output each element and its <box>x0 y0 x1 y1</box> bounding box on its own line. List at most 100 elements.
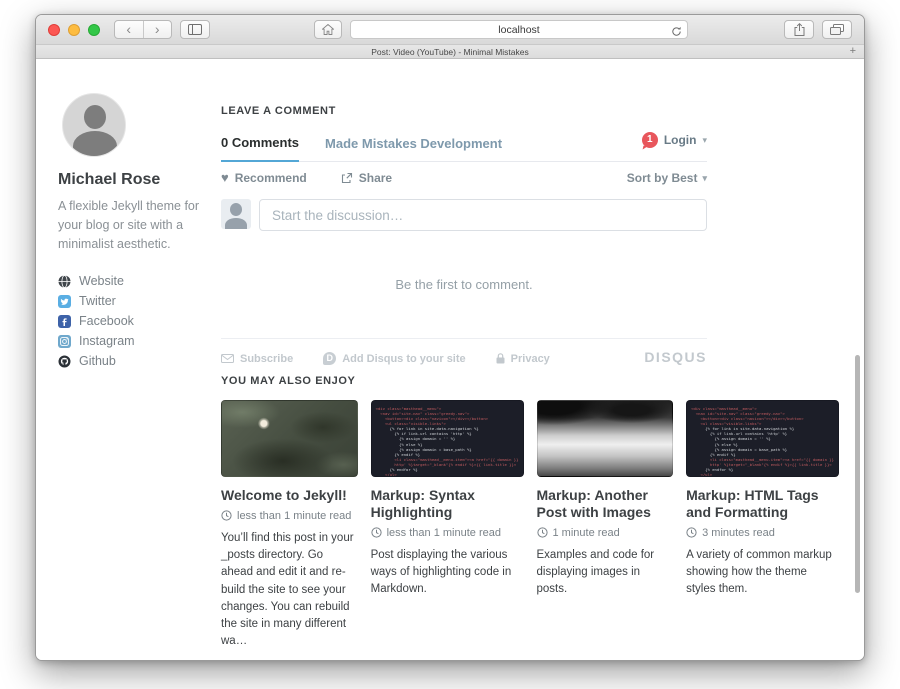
author-avatar <box>62 93 126 157</box>
sidebar-link-instagram[interactable]: Instagram <box>58 331 210 351</box>
read-time: 3 minutes read <box>702 527 775 539</box>
add-disqus-link[interactable]: D Add Disqus to your site <box>323 352 465 365</box>
github-icon <box>58 355 71 368</box>
sidebar-link-website[interactable]: Website <box>58 271 210 291</box>
author-profile: Michael Rose A flexible Jekyll theme for… <box>58 93 210 371</box>
post-excerpt: A variety of common markup showing how t… <box>686 547 839 599</box>
new-tab-button[interactable]: + <box>850 45 856 58</box>
sidebar-link-github[interactable]: Github <box>58 351 210 371</box>
read-time: less than 1 minute read <box>237 510 351 522</box>
empty-comments-message: Be the first to comment. <box>221 277 707 292</box>
post-title-link[interactable]: Markup: HTML Tags and Formatting <box>686 487 839 521</box>
sort-label: Sort by Best <box>627 171 698 185</box>
related-cards: Welcome to Jekyll! less than 1 minute re… <box>221 400 839 651</box>
tabs-icon <box>830 24 844 35</box>
privacy-link[interactable]: Privacy <box>496 353 550 365</box>
avatar-silhouette <box>84 105 106 129</box>
page-scrollbar-thumb[interactable] <box>855 355 860 593</box>
author-name: Michael Rose <box>58 171 210 189</box>
disqus-footer: Subscribe D Add Disqus to your site Priv… <box>221 338 707 365</box>
address-url: localhost <box>498 24 539 36</box>
active-tab[interactable]: Post: Video (YouTube) - Minimal Mistakes <box>371 47 528 57</box>
link-label: Twitter <box>79 294 116 308</box>
disqus-bubble-icon: D <box>323 352 336 365</box>
back-button[interactable]: ‹ <box>115 21 143 38</box>
post-thumbnail-foggy-landscape <box>537 400 674 477</box>
window-controls <box>48 24 100 36</box>
related-posts-section: YOU MAY ALSO ENJOY Welcome to Jekyll! le… <box>221 375 839 651</box>
caret-down-icon: ▾ <box>702 173 707 184</box>
post-excerpt: You’ll find this post in your _posts dir… <box>221 530 358 651</box>
related-card: Markup: Another Post with Images 1 minut… <box>537 400 674 651</box>
comment-input[interactable] <box>259 199 707 231</box>
recommend-label: Recommend <box>235 171 307 185</box>
login-label: Login <box>664 133 697 147</box>
post-title-link[interactable]: Welcome to Jekyll! <box>221 487 358 504</box>
close-window-button[interactable] <box>48 24 60 36</box>
related-heading: YOU MAY ALSO ENJOY <box>221 375 839 387</box>
link-label: Facebook <box>79 314 134 328</box>
browser-titlebar: ‹ › localhost <box>36 15 864 45</box>
sidebar-icon <box>188 24 202 35</box>
tab-bar: Post: Video (YouTube) - Minimal Mistakes… <box>36 45 864 59</box>
login-button[interactable]: 1 Login ▾ <box>642 132 707 148</box>
home-icon <box>322 24 334 35</box>
notification-badge: 1 <box>642 132 658 148</box>
sort-dropdown[interactable]: Sort by Best ▾ <box>627 171 707 185</box>
history-nav-group: ‹ › <box>114 20 172 39</box>
post-title-link[interactable]: Markup: Syntax Highlighting <box>371 487 524 521</box>
disqus-logo[interactable]: DISQUS <box>644 349 707 365</box>
comment-composer <box>221 199 707 231</box>
recommend-button[interactable]: ♥ Recommend <box>221 171 307 185</box>
comments-heading: LEAVE A COMMENT <box>221 105 707 117</box>
zoom-window-button[interactable] <box>88 24 100 36</box>
tab-overview-button[interactable] <box>822 20 852 39</box>
forward-button[interactable]: › <box>144 21 172 38</box>
community-link[interactable]: Made Mistakes Development <box>325 136 502 161</box>
comment-count-tab[interactable]: 0 Comments <box>221 135 299 162</box>
minimize-window-button[interactable] <box>68 24 80 36</box>
reload-button[interactable] <box>671 24 682 42</box>
link-label: Github <box>79 354 116 368</box>
clock-icon <box>686 527 697 538</box>
related-card: <div class="masthead__menu"> <nav id="si… <box>686 400 839 651</box>
facebook-icon <box>58 315 71 328</box>
related-card: <div class="masthead__menu"> <nav id="si… <box>371 400 524 651</box>
sidebar-link-twitter[interactable]: Twitter <box>58 291 210 311</box>
related-card: Welcome to Jekyll! less than 1 minute re… <box>221 400 358 651</box>
instagram-icon <box>58 335 71 348</box>
post-thumbnail-code: <div class="masthead__menu"> <nav id="si… <box>371 400 524 477</box>
share-box-icon <box>341 172 353 184</box>
add-disqus-label: Add Disqus to your site <box>342 353 465 365</box>
twitter-icon <box>58 295 71 308</box>
clock-icon <box>221 510 232 521</box>
share-icon <box>794 23 805 36</box>
avatar-silhouette <box>230 203 242 216</box>
back-chevron-icon: ‹ <box>126 21 131 37</box>
share-button[interactable] <box>784 20 814 39</box>
link-label: Instagram <box>79 334 135 348</box>
post-title-link[interactable]: Markup: Another Post with Images <box>537 487 674 521</box>
post-excerpt: Post displaying the various ways of high… <box>371 547 524 599</box>
subscribe-link[interactable]: Subscribe <box>221 353 293 365</box>
lock-icon <box>496 353 505 364</box>
comments-section: LEAVE A COMMENT 0 Comments Made Mistakes… <box>221 105 707 365</box>
share-comments-button[interactable]: Share <box>341 171 392 185</box>
envelope-icon <box>221 354 234 363</box>
author-bio: A flexible Jekyll theme for your blog or… <box>58 197 210 253</box>
read-time: 1 minute read <box>553 527 620 539</box>
post-thumbnail-code: <div class="masthead__menu"> <nav id="si… <box>686 400 839 477</box>
sidebar-link-facebook[interactable]: Facebook <box>58 311 210 331</box>
disqus-actions-row: ♥ Recommend Share Sort by Best ▾ <box>221 162 707 195</box>
disqus-header: 0 Comments Made Mistakes Development 1 L… <box>221 135 707 162</box>
safari-window: ‹ › localhost Post: Video (YouTube) - Mi… <box>35 14 865 661</box>
sidebar-toggle-button[interactable] <box>180 20 210 39</box>
author-links: Website Twitter Facebook Instagram Githu… <box>58 271 210 371</box>
home-button[interactable] <box>314 20 342 39</box>
clock-icon <box>371 527 382 538</box>
address-bar[interactable]: localhost <box>350 20 688 39</box>
read-time: less than 1 minute read <box>387 527 501 539</box>
subscribe-label: Subscribe <box>240 353 293 365</box>
globe-icon <box>58 275 71 288</box>
link-label: Website <box>79 274 124 288</box>
